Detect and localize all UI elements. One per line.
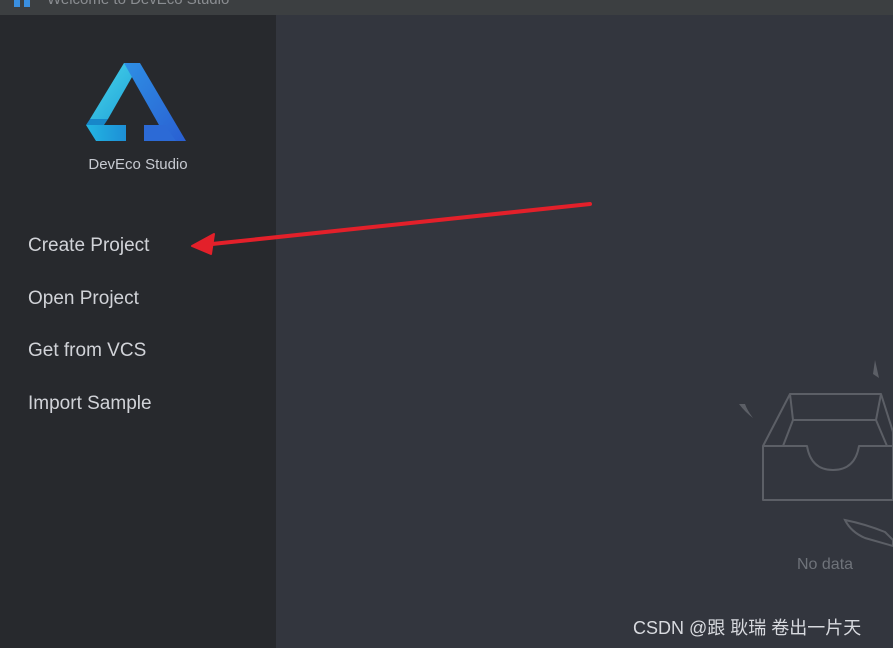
empty-inbox-icon [739,360,893,548]
import-sample-link[interactable]: Import Sample [28,392,152,445]
window-title: Welcome to DevEco Studio [47,0,229,9]
welcome-actions-list: Create Project Open Project Get from VCS… [28,234,152,444]
welcome-window: Welcome to DevEco Studio [0,0,893,648]
title-bar: Welcome to DevEco Studio [0,0,893,15]
create-project-link[interactable]: Create Project [28,234,152,287]
deveco-app-icon [14,0,30,7]
watermark-text: CSDN @跟 耿瑞 卷出一片天 [633,618,862,638]
open-project-link[interactable]: Open Project [28,287,152,340]
main-content-area [276,15,893,648]
empty-state-label: No data [797,556,854,573]
product-name: DevEco Studio [88,156,188,173]
get-from-vcs-link[interactable]: Get from VCS [28,339,152,392]
sidebar: DevEco Studio Create Project Open Projec… [0,15,276,648]
deveco-logo-icon [86,63,186,141]
